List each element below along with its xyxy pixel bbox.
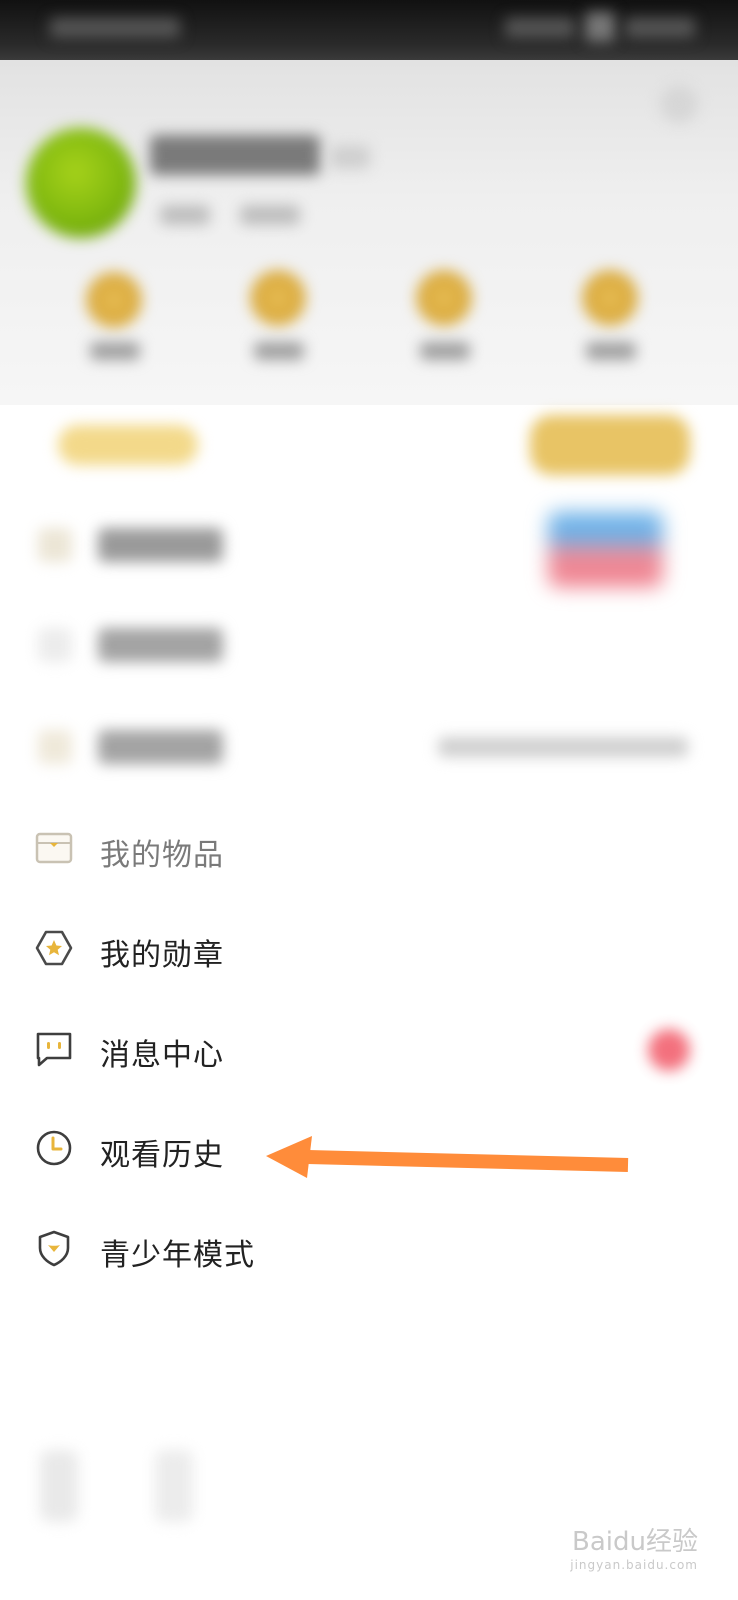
menu-item-my-medals[interactable]: 我的勋章 (0, 915, 738, 981)
shortcut-3-icon[interactable] (416, 270, 472, 326)
user-stat-1 (160, 205, 210, 225)
shortcut-4-label (586, 342, 636, 360)
shortcut-1-icon[interactable] (86, 272, 142, 328)
message-icon (34, 1028, 74, 1068)
menu-item-teen-mode[interactable]: 青少年模式 (0, 1215, 738, 1281)
username (150, 135, 320, 175)
promo-thumbnail[interactable] (548, 512, 663, 587)
avatar[interactable] (26, 128, 136, 238)
menu-row-1-icon (38, 528, 72, 562)
menu-item-label: 青少年模式 (100, 1238, 255, 1273)
clock-icon (34, 1128, 74, 1168)
shortcut-2-label (254, 342, 304, 360)
annotation-arrow (266, 1136, 629, 1178)
settings-icon[interactable] (660, 85, 698, 123)
watermark-logo: Baidu经验 (572, 1527, 698, 1557)
user-stat-2 (240, 205, 300, 225)
membership-banner[interactable] (58, 425, 198, 465)
medal-icon (34, 928, 74, 968)
shield-icon (34, 1228, 74, 1268)
shortcut-1-label (90, 342, 140, 360)
menu-row-1-label[interactable] (98, 528, 223, 562)
menu-row-2-label[interactable] (98, 628, 223, 662)
menu-item-label: 我的物品 (100, 838, 224, 873)
menu-item-message-center[interactable]: 消息中心 (0, 1015, 738, 1081)
menu-item-label: 观看历史 (100, 1138, 224, 1173)
baidu-watermark: Baidu经验 jingyan.baidu.com (570, 1521, 698, 1572)
shortcut-4-icon[interactable] (582, 270, 638, 326)
status-bar (0, 0, 738, 60)
membership-button[interactable] (530, 415, 690, 475)
watermark-url: jingyan.baidu.com (570, 1558, 698, 1572)
menu-item-label: 消息中心 (100, 1038, 224, 1073)
menu-row-3-detail (438, 737, 688, 757)
menu-item-my-items[interactable]: 我的物品 (0, 815, 738, 881)
menu-row-2-icon (38, 628, 72, 662)
user-level-badge (330, 145, 370, 169)
bottom-icon-2[interactable] (155, 1450, 193, 1522)
menu-row-3-label[interactable] (98, 730, 223, 764)
menu-row-3-icon (38, 730, 72, 764)
bottom-icon-1[interactable] (40, 1450, 78, 1522)
menu-item-label: 我的勋章 (100, 938, 224, 973)
notification-badge (648, 1029, 690, 1071)
box-icon (34, 828, 74, 868)
shortcut-3-label (420, 342, 470, 360)
shortcut-2-icon[interactable] (250, 270, 306, 326)
